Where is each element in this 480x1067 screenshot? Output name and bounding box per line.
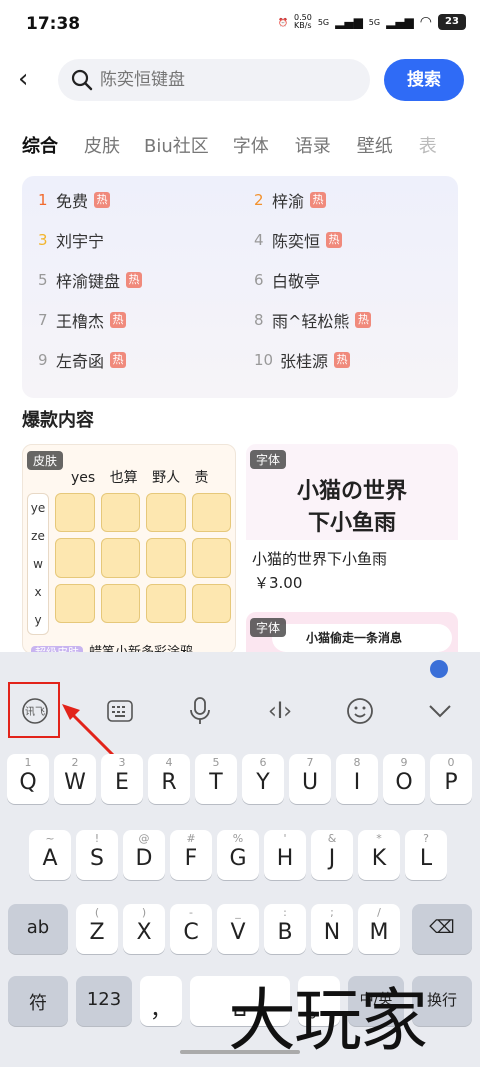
status-bar: 17:38 ⏰ 0.50 KB/s 5G ▂▄▆ 5G ▂▄▆ ◠ 23 [0,0,480,50]
hot-item[interactable]: 3 刘宇宁 [38,229,104,251]
content-card-font[interactable]: 小猫の世界 下小鱼雨 字体 小猫的世界下小鱼雨 ￥3.00 [246,444,458,602]
search-bar: ‹ 搜索 [0,56,480,104]
search-icon [71,69,93,91]
cursor-move-icon[interactable]: ‹I› [260,688,300,734]
key-u[interactable]: 7U [289,754,331,804]
hot-badge: 热 [355,312,372,328]
key-n[interactable]: ; N [311,904,353,954]
key-r[interactable]: 4R [148,754,190,804]
tab-quotes[interactable]: 语录 [295,130,331,164]
signal-icon: ▂▄▆ [386,15,414,29]
home-indicator [180,1050,300,1054]
key-k[interactable]: * K [358,830,400,880]
wifi-icon: ◠ [419,14,432,30]
hot-item[interactable]: 7 王橹杰热 [38,309,127,331]
shift-key[interactable]: ab [8,904,68,954]
key-t[interactable]: 5T [195,754,237,804]
key-z[interactable]: (Z [76,904,118,954]
card-keyboard-candidates: yes 也算 野人 责 [71,470,209,486]
hot-badge: 热 [110,312,127,328]
backspace-icon: ⌫ [429,917,455,938]
category-tabs: 综合 皮肤 Biu社区 字体 语录 壁纸 表 [0,130,480,164]
key-e[interactable]: 3E [101,754,143,804]
hot-item[interactable]: 6 白敬亭 [254,269,320,291]
tab-all[interactable]: 综合 [22,130,58,164]
alarm-icon: ⏰ [278,17,288,27]
hot-item[interactable]: 4 陈奕恒热 [254,229,343,251]
tab-more[interactable]: 表 [419,130,437,164]
hot-badge: 热 [94,192,111,208]
card-tag: 皮肤 [27,451,64,470]
tab-font[interactable]: 字体 [233,130,269,164]
highlight-box [8,682,60,738]
hot-badge: 热 [334,352,351,368]
sim2-label: 5G [368,17,381,27]
hot-item[interactable]: 8 雨^轻松熊热 [254,309,372,331]
hot-badge: 热 [326,232,343,248]
section-title: 爆款内容 [22,410,94,431]
battery-icon: 23 [438,14,466,30]
key-i[interactable]: 8I [336,754,378,804]
tab-biu-community[interactable]: Biu社区 [144,130,209,164]
hot-badge: 热 [310,192,327,208]
symbol-key[interactable]: 符 [8,976,68,1026]
key-s[interactable]: ! S [76,830,118,880]
assistant-mascot-icon[interactable] [430,660,448,678]
key-o[interactable]: 9O [383,754,425,804]
comma-key[interactable]: ， [140,976,182,1026]
back-arrow-icon[interactable]: ‹ [18,66,44,92]
key-w[interactable]: 2W [54,754,96,804]
tab-skin[interactable]: 皮肤 [84,130,120,164]
watermark: 大玩家 [228,982,428,1061]
key-q[interactable]: 1Q [7,754,49,804]
hot-item[interactable]: 10 张桂源热 [254,349,351,371]
key-x[interactable]: ) X [123,904,165,954]
net-speed: 0.50 KB/s [294,13,312,30]
emoji-icon[interactable] [340,688,380,734]
card-tag: 字体 [250,450,287,469]
backspace-key[interactable]: ⌫ [412,904,472,954]
hot-item[interactable]: 1 免费热 [38,189,111,211]
hot-item[interactable]: 9 左奇函热 [38,349,127,371]
hot-item[interactable]: 5 梓渝键盘热 [38,269,143,291]
key-y[interactable]: 6Y [242,754,284,804]
hot-badge: 热 [110,352,127,368]
content-card-skin[interactable]: yes 也算 野人 责 ye ze w x y 皮肤 超级皮肤 蜡笔小新多彩涂鸦 [22,444,236,654]
key-a[interactable]: ~ A [29,830,71,880]
key-v[interactable]: _ V [217,904,259,954]
search-box[interactable] [58,59,370,101]
key-m[interactable]: / M [358,904,400,954]
search-input[interactable] [100,59,360,101]
hot-item[interactable]: 2 梓渝热 [254,189,327,211]
card-title: 小猫的世界下小鱼雨 [252,550,388,568]
card-side-letters: ye ze w x y [27,493,49,635]
key-g[interactable]: % G [217,830,259,880]
number-key[interactable]: 123 [76,976,132,1026]
key-h[interactable]: ' H [264,830,306,880]
microphone-icon[interactable] [180,688,220,734]
card-tag: 字体 [250,618,287,637]
key-l[interactable]: ? L [405,830,447,880]
status-time: 17:38 [26,14,81,34]
key-j[interactable]: & J [311,830,353,880]
key-c[interactable]: -C [170,904,212,954]
key-b[interactable]: :B [264,904,306,954]
card-preview-image [55,493,231,623]
key-d[interactable]: @ D [123,830,165,880]
key-p[interactable]: 0P [430,754,472,804]
card-preview-message: 小猫偷走一条消息 [272,624,452,652]
search-button[interactable]: 搜索 [384,59,464,101]
collapse-keyboard-icon[interactable] [420,688,460,734]
hot-badge: 热 [126,272,143,288]
card-price: ￥3.00 [254,574,303,592]
signal-icon: ▂▄▆ [335,15,363,29]
tab-wallpaper[interactable]: 壁纸 [357,130,393,164]
status-icons: ⏰ 0.50 KB/s 5G ▂▄▆ 5G ▂▄▆ ◠ 23 [278,14,466,30]
sim1-label: 5G [317,17,330,27]
key-f[interactable]: # F [170,830,212,880]
